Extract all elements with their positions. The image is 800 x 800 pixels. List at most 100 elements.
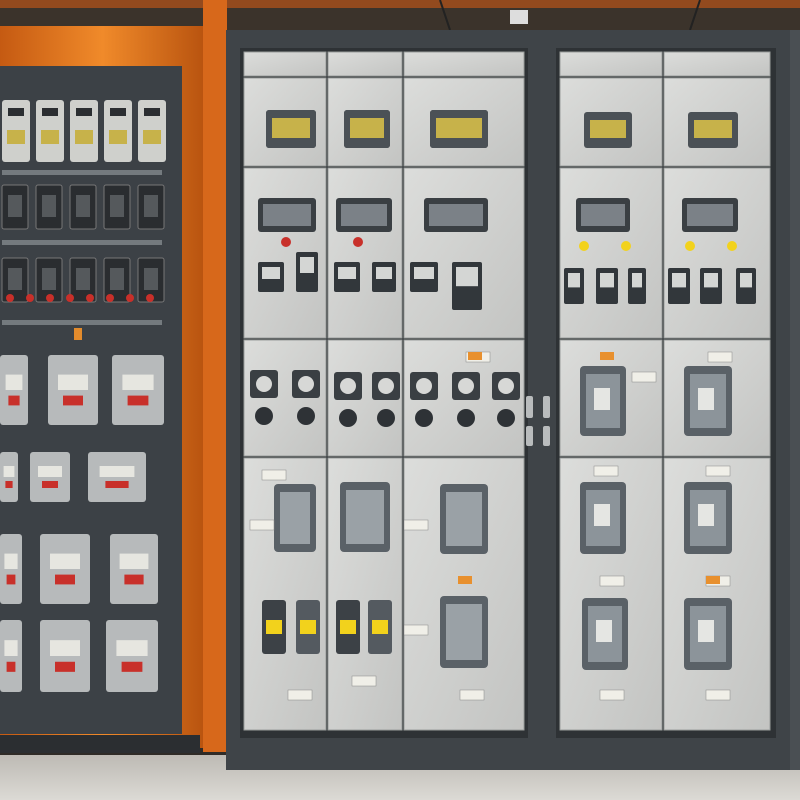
breaker-lever	[698, 620, 714, 642]
module-red-tag	[105, 481, 129, 488]
display-glass	[687, 204, 733, 226]
panel-label	[705, 465, 731, 477]
module-red-tag	[63, 395, 83, 406]
disconnector-window	[446, 604, 482, 660]
relay-face	[632, 273, 642, 288]
relay-face	[456, 267, 478, 287]
marker-label	[600, 352, 614, 360]
panel-label	[593, 465, 619, 477]
relay-face	[568, 273, 580, 288]
relay-face	[704, 273, 718, 288]
meter-screen	[436, 118, 482, 138]
module-label	[50, 640, 80, 656]
relay-face	[740, 273, 752, 288]
warning-indicator	[579, 241, 589, 251]
module-label	[58, 374, 88, 390]
panel-label	[403, 519, 429, 531]
panel-label	[351, 675, 377, 687]
selector-knob	[458, 378, 474, 394]
display-glass	[263, 204, 311, 226]
panel-door	[327, 51, 403, 77]
panel-label	[261, 469, 287, 481]
breaker-toggle	[144, 268, 158, 290]
indicator-lamp	[66, 294, 74, 302]
breaker-toggle	[76, 195, 90, 217]
breaker-lever	[596, 620, 612, 642]
warning-indicator	[685, 241, 695, 251]
meter-screen	[694, 120, 732, 138]
panel-label	[599, 689, 625, 701]
small-tag	[74, 328, 82, 340]
breaker-toggle	[110, 195, 124, 217]
panel-label	[707, 351, 733, 363]
selector-knob	[378, 378, 394, 394]
marker-label	[706, 576, 720, 584]
module-label	[50, 553, 80, 569]
fuse-label	[266, 620, 282, 634]
panel-door	[403, 51, 525, 77]
rotary-handle	[457, 409, 475, 427]
panel-door	[327, 167, 403, 339]
module-red-tag	[55, 574, 75, 585]
panel-door	[243, 51, 327, 77]
breaker-toggle	[144, 195, 158, 217]
meter-label	[110, 108, 126, 116]
relay-face	[600, 273, 614, 288]
module-red-tag	[127, 395, 149, 406]
indicator-lamp	[26, 294, 34, 302]
breaker-toggle	[42, 195, 56, 217]
module-red-tag	[124, 574, 144, 585]
disconnector-window	[280, 492, 310, 544]
meter-display	[143, 130, 161, 144]
relay-face	[672, 273, 686, 288]
module-label	[99, 466, 135, 477]
display-glass	[581, 204, 625, 226]
warning-indicator	[353, 237, 363, 247]
disconnector-window	[446, 492, 482, 546]
left-cabinet	[0, 0, 227, 753]
relay-face	[262, 267, 280, 279]
fuse-label	[300, 620, 316, 634]
module-label	[122, 374, 154, 390]
label-strip	[2, 170, 162, 175]
selector-knob	[256, 376, 272, 392]
breaker-lever	[594, 504, 610, 526]
warning-indicator	[621, 241, 631, 251]
module-label	[38, 466, 62, 477]
indicator-lamp	[46, 294, 54, 302]
meter-screen	[350, 118, 384, 138]
meter-screen	[272, 118, 310, 138]
breaker-lever	[698, 388, 714, 410]
marker-label	[468, 352, 482, 360]
indicator-lamp	[106, 294, 114, 302]
warning-indicator	[727, 241, 737, 251]
panel-label	[705, 689, 731, 701]
meter-screen	[590, 120, 626, 138]
panel-label	[631, 371, 657, 383]
relay-face	[338, 267, 356, 279]
relay-face	[414, 267, 434, 279]
breaker-toggle	[110, 268, 124, 290]
fuse-label	[340, 620, 356, 634]
meter-display	[41, 130, 59, 144]
panel-door	[559, 167, 663, 339]
rotary-handle	[297, 407, 315, 425]
fuse-label	[372, 620, 388, 634]
meter-display	[75, 130, 93, 144]
switchgear-photo	[0, 0, 800, 800]
panel-door	[559, 51, 663, 77]
rotary-handle	[415, 409, 433, 427]
indicator-lamp	[86, 294, 94, 302]
panel-label	[249, 519, 275, 531]
module-label	[119, 553, 149, 569]
module-red-tag	[6, 661, 16, 672]
panel-label	[599, 575, 625, 587]
module-red-tag	[6, 574, 16, 585]
breaker-toggle	[8, 195, 22, 217]
rotary-handle	[377, 409, 395, 427]
panel-label	[459, 689, 485, 701]
rotary-handle	[497, 409, 515, 427]
marker-label	[458, 576, 472, 584]
meter-label	[8, 108, 24, 116]
switchgear-section-right	[540, 30, 790, 770]
